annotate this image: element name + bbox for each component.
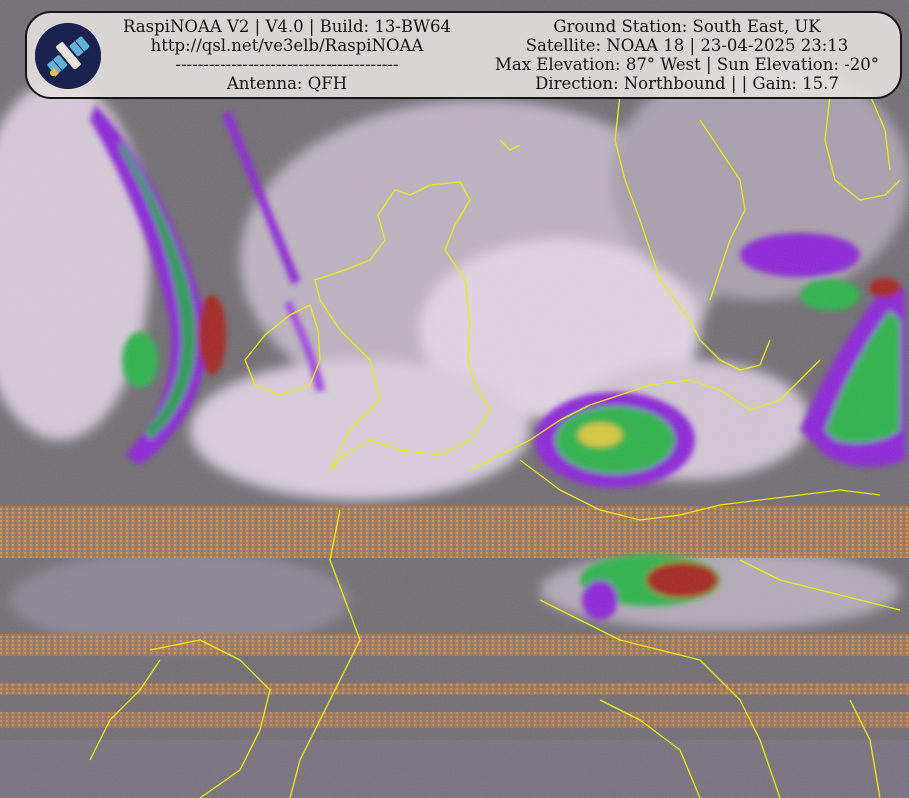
app-title: RaspiNOAA V2 | V4.0 | Build: 13-BW64 [123,17,451,36]
direction-gain-label: Direction: Northbound | | Gain: 15.7 [535,74,839,93]
satellite-icon [35,23,101,89]
satellite-label: Satellite: NOAA 18 | 23-04-2025 23:13 [525,36,849,55]
divider-line: ---------------------------------------- [175,55,399,74]
info-panel: RaspiNOAA V2 | V4.0 | Build: 13-BW64 htt… [25,11,902,99]
grain-overlay [0,0,909,798]
header-left-column: RaspiNOAA V2 | V4.0 | Build: 13-BW64 htt… [97,17,477,93]
header-right-column: Ground Station: South East, UK Satellite… [482,17,892,93]
satellite-image [0,0,909,798]
antenna-label: Antenna: QFH [226,74,348,93]
project-url: http://qsl.net/ve3elb/RaspiNOAA [150,36,424,55]
elevation-label: Max Elevation: 87° West | Sun Elevation:… [495,55,879,74]
ground-station-label: Ground Station: South East, UK [553,17,821,36]
